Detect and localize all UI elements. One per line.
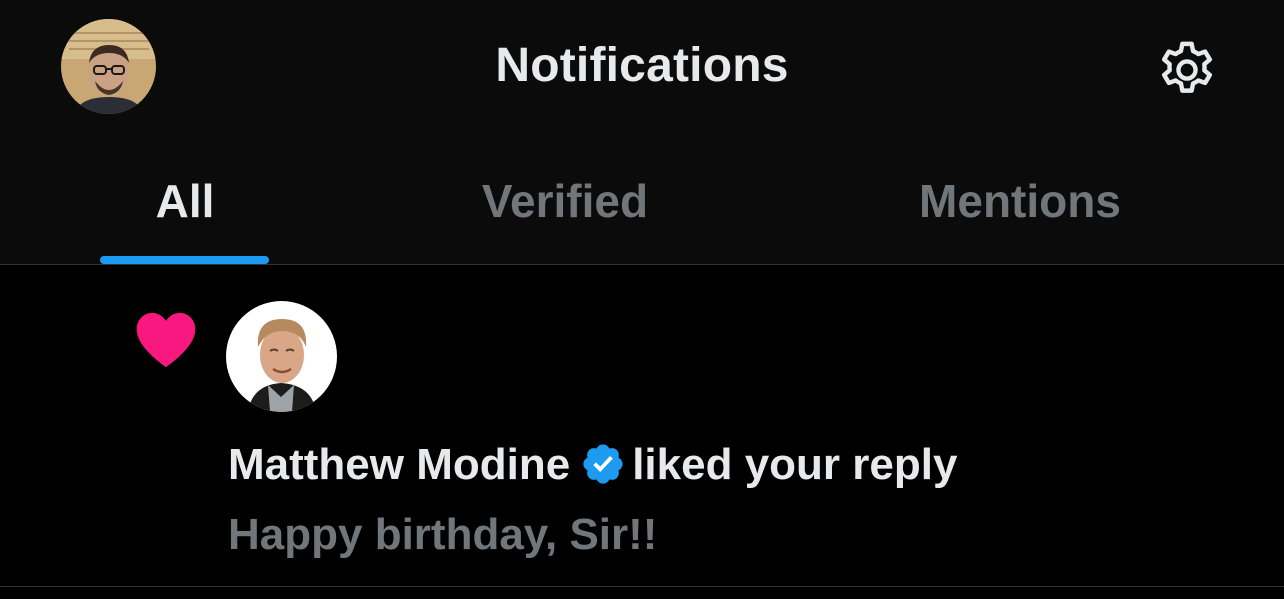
notification-action: liked your reply [632, 440, 958, 489]
settings-button[interactable] [1154, 37, 1220, 103]
notification-item[interactable]: Matthew Modine liked your reply Happy bi… [0, 265, 1284, 586]
notification-text: Matthew Modine liked your reply [228, 439, 957, 491]
tab-verified-label: Verified [481, 175, 649, 227]
tab-all-label: All [155, 175, 215, 227]
active-tab-indicator [100, 256, 269, 264]
notification-divider [0, 586, 1284, 587]
notifications-screen: Notifications All Verified Mentions Matt… [0, 0, 1284, 599]
heart-icon [136, 312, 196, 368]
tab-mentions-label: Mentions [919, 175, 1121, 227]
notification-tabs: All Verified Mentions [0, 140, 1284, 264]
actor-avatar-icon [226, 301, 337, 412]
notification-content: Happy birthday, Sir!! [228, 510, 658, 559]
actor-name-link[interactable]: Matthew Modine [228, 440, 570, 489]
tab-all[interactable]: All [60, 140, 310, 264]
actor-avatar[interactable] [226, 301, 337, 412]
verified-badge-icon [583, 444, 623, 484]
tab-verified[interactable]: Verified [410, 140, 720, 264]
gear-icon [1161, 41, 1213, 93]
tab-mentions[interactable]: Mentions [860, 140, 1180, 264]
page-title: Notifications [495, 39, 789, 92]
header: Notifications All Verified Mentions [0, 0, 1284, 264]
